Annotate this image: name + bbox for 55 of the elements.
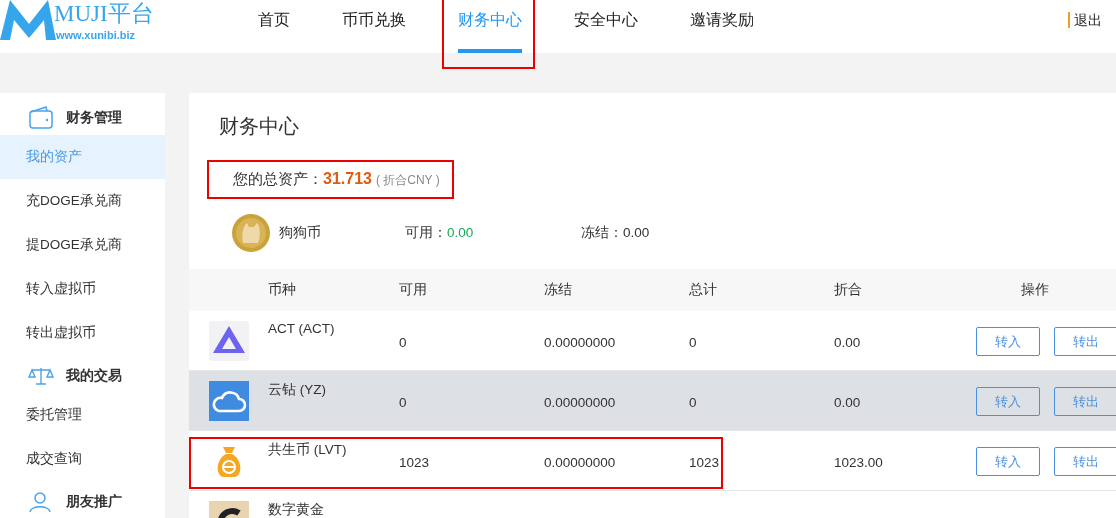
- available-balance: 可用：0.00: [405, 224, 475, 242]
- sidebar-section-title: 财务管理: [66, 109, 122, 127]
- logo-url: www.xunibi.biz: [56, 29, 137, 41]
- scale-icon: [28, 366, 54, 386]
- sidebar-section-title: 朋友推广: [66, 493, 122, 511]
- total-assets-label: 您的总资产：: [233, 170, 323, 189]
- table-cell-text: 1023.00: [834, 454, 884, 470]
- deposit-button[interactable]: 转入: [976, 327, 1040, 356]
- table-cell-text: 0: [399, 334, 408, 350]
- table-cell-text: 1023: [399, 454, 431, 470]
- coin-name: 数字黄金: [268, 501, 325, 518]
- panel-title: 财务中心: [218, 114, 300, 139]
- nav-tab[interactable]: 币币兑换: [342, 0, 406, 53]
- table-cell-text: 0.00: [834, 394, 862, 410]
- column-header: 可用: [399, 281, 428, 299]
- total-assets-unit: ( 折合CNY ): [375, 172, 440, 189]
- wallet-icon: [28, 106, 54, 130]
- sidebar-item[interactable]: 提DOGE承兑商: [0, 223, 165, 267]
- table-cell-text: 0: [399, 394, 408, 410]
- sidebar-section-title: 我的交易: [66, 367, 122, 385]
- person-icon: [28, 491, 54, 513]
- column-header: 币种: [268, 281, 297, 299]
- sidebar-item[interactable]: 转出虚拟币: [0, 311, 165, 355]
- column-header: 操作: [1019, 281, 1050, 299]
- sidebar-item[interactable]: 转入虚拟币: [0, 267, 165, 311]
- table-cell-text: 1023: [689, 454, 721, 470]
- frozen-balance: 冻结：0.00: [581, 224, 650, 242]
- table-cell-text: 0.00: [834, 334, 862, 350]
- logo-title: MUJI平台: [54, 1, 154, 27]
- sidebar-item[interactable]: 委托管理: [0, 393, 165, 437]
- column-header: 总计: [689, 281, 718, 299]
- withdraw-button[interactable]: 转出: [1054, 327, 1116, 356]
- logout-link[interactable]: 退出: [1068, 12, 1102, 28]
- coin-name: 云钻 (YZ): [268, 381, 327, 399]
- column-header: 折合: [834, 281, 863, 299]
- table-cell-text: 0.00000000: [544, 334, 617, 350]
- coin-name: ACT (ACT): [268, 320, 336, 336]
- table-cell-text: 0.00000000: [544, 394, 617, 410]
- table-cell-text: 0.00000000: [544, 454, 617, 470]
- table-cell-text: 0: [689, 334, 698, 350]
- coin-name: 狗狗币: [279, 224, 322, 242]
- nav-tab[interactable]: 首页: [258, 0, 290, 53]
- table-cell-text: 0: [689, 394, 698, 410]
- coin-name: 共生币 (LVT): [268, 441, 348, 459]
- deposit-button[interactable]: 转入: [976, 447, 1040, 476]
- total-assets-value: 31.713: [323, 170, 372, 188]
- sidebar-item[interactable]: 充DOGE承兑商: [0, 179, 165, 223]
- cloud-logo-icon: [209, 380, 249, 421]
- nav-tab[interactable]: 邀请奖励: [690, 0, 754, 53]
- withdraw-button[interactable]: 转出: [1054, 447, 1116, 476]
- column-header: 冻结: [544, 281, 573, 299]
- dog-coin-icon: [231, 213, 271, 253]
- triangle-logo-icon: [209, 320, 249, 361]
- sidebar-item[interactable]: 成交查询: [0, 437, 165, 481]
- nav-tab[interactable]: 安全中心: [574, 0, 638, 53]
